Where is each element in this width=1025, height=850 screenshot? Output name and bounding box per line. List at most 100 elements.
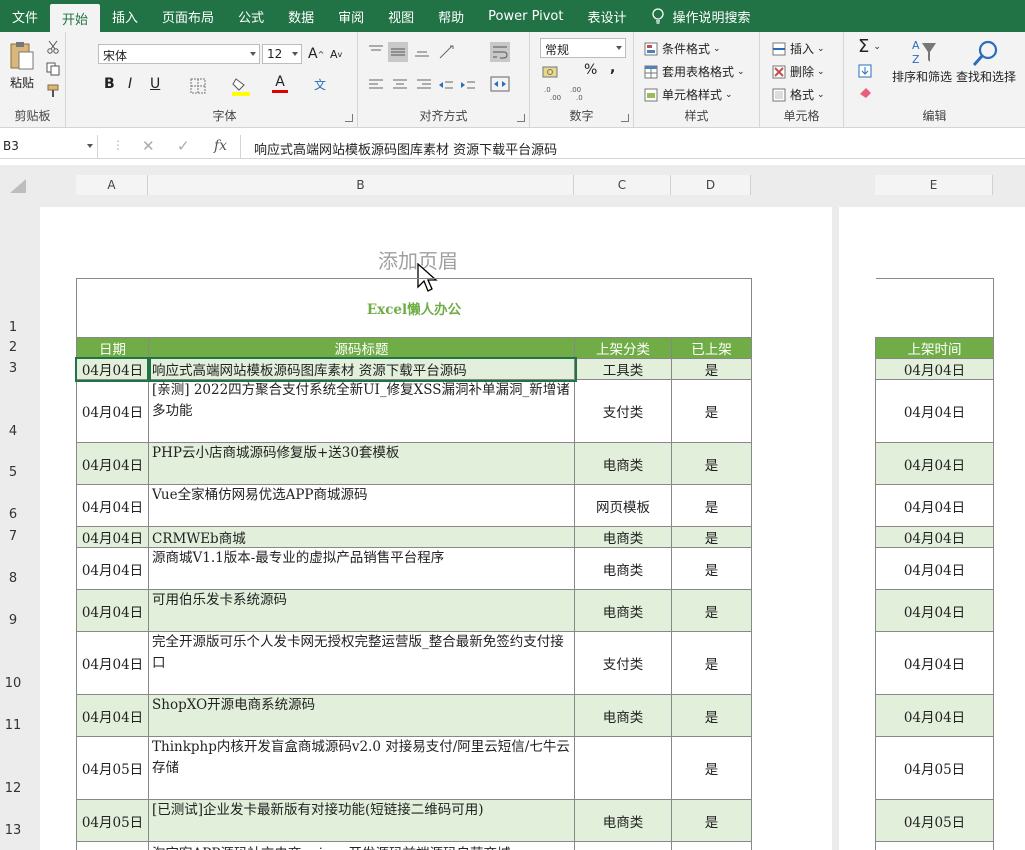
title-cell[interactable]: PHP云小店商城源码修复版+送30套模板 [148, 442, 575, 485]
list-time-cell[interactable]: 04月04日 [875, 358, 994, 380]
increase-decimal-icon[interactable]: .0.00 [544, 84, 566, 102]
category-cell[interactable]: 电商类 [574, 442, 672, 485]
date-cell[interactable]: 04月04日 [76, 484, 149, 527]
tab-data[interactable]: 数据 [276, 0, 326, 32]
date-cell[interactable]: 04月04日 [76, 547, 149, 590]
row-number[interactable]: 2 [0, 340, 26, 355]
category-cell[interactable]: 工具类 [574, 358, 672, 380]
align-bottom-icon[interactable] [414, 44, 430, 58]
list-time-cell[interactable]: 04月05日 [875, 736, 994, 800]
font-size-select[interactable]: 12 [262, 44, 302, 64]
tell-me-search[interactable]: 操作说明搜索 [639, 0, 763, 32]
sort-filter-button[interactable]: AZ 排序和筛选 [892, 38, 952, 85]
delete-cells-button[interactable]: 删除 ⌄ [772, 63, 825, 80]
orientation-icon[interactable] [438, 44, 456, 60]
increase-font-size-button[interactable]: A ^ [308, 46, 324, 62]
listed-cell[interactable]: 是 [670, 736, 753, 800]
listed-cell[interactable]: 是 [670, 379, 753, 443]
tab-file[interactable]: 文件 [0, 0, 50, 32]
category-cell[interactable]: 支付类 [574, 379, 672, 443]
listed-cell[interactable]: 是 [670, 442, 753, 485]
title-cell[interactable]: 源商城V1.1版本-最专业的虚拟产品销售平台程序 [148, 547, 575, 590]
tab-insert[interactable]: 插入 [100, 0, 150, 32]
column-header-d[interactable]: D [671, 175, 751, 195]
header-list-time[interactable]: 上架时间 [875, 337, 994, 359]
decrease-indent-icon[interactable] [438, 78, 454, 92]
select-all-corner[interactable] [6, 177, 28, 195]
list-time-cell[interactable]: 04月05日 [875, 799, 994, 842]
title-cell[interactable]: [亲测] 2022四方聚合支付系统全新UI_修复XSS漏洞补单漏洞_新增诸多功能 [148, 379, 575, 443]
alignment-dialog-launcher[interactable] [517, 114, 525, 122]
insert-function-button[interactable]: fx [214, 138, 227, 154]
title-cell[interactable]: [已测试]企业发卡最新版有对接功能(短链接二维码可用) [148, 799, 575, 842]
date-cell[interactable]: 04月04日 [76, 379, 149, 443]
list-time-cell[interactable]: 04月04日 [875, 484, 994, 527]
underline-button[interactable]: U [150, 76, 160, 92]
fill-color-icon[interactable] [232, 76, 250, 96]
align-left-icon[interactable] [368, 78, 384, 92]
insert-cells-button[interactable]: 插入 ⌄ [772, 40, 825, 57]
bold-button[interactable]: B [104, 76, 115, 92]
autosum-button[interactable]: Σ ⌄ [858, 36, 881, 57]
tab-help[interactable]: 帮助 [426, 0, 476, 32]
title-cell[interactable]: 可用伯乐发卡系统源码 [148, 589, 575, 632]
row-number[interactable]: 5 [0, 465, 26, 480]
row-number[interactable]: 13 [0, 823, 26, 838]
phonetic-guide-button[interactable]: 文 [314, 76, 326, 93]
list-time-cell[interactable]: 04月04日 [875, 694, 994, 737]
category-cell[interactable]: 电商类 [574, 694, 672, 737]
list-time-cell[interactable]: 04月04日 [875, 379, 994, 443]
column-header-c[interactable]: C [574, 175, 671, 195]
category-cell[interactable]: 电商类 [574, 526, 672, 548]
row-number[interactable]: 9 [0, 613, 26, 628]
title-cell[interactable]: 完全开源版可乐个人发卡网无授权完整运营版_整合最新免签约支付接口 [148, 631, 575, 695]
date-cell[interactable]: 04月04日 [76, 526, 149, 548]
copy-icon[interactable] [46, 62, 60, 76]
formula-input[interactable]: 响应式高端网站模板源码图库素材 资源下载平台源码 [254, 139, 557, 158]
list-time-cell[interactable]: 04月04日 [875, 589, 994, 632]
fill-down-icon[interactable] [858, 64, 874, 78]
format-cells-button[interactable]: 格式 ⌄ [772, 86, 825, 103]
merge-center-icon[interactable] [490, 76, 510, 92]
category-cell[interactable]: 电商类 [574, 799, 672, 842]
name-box[interactable]: B3 [0, 135, 98, 159]
listed-cell[interactable]: 是 [670, 547, 753, 590]
row-number[interactable]: 4 [0, 424, 26, 439]
category-cell[interactable] [574, 736, 672, 800]
wrap-text-icon[interactable] [490, 42, 510, 62]
align-right-icon[interactable] [416, 78, 432, 92]
listed-cell[interactable]: 是 [670, 694, 753, 737]
align-middle-icon[interactable] [388, 42, 408, 62]
accounting-format-icon[interactable] [542, 64, 562, 80]
listed-cell[interactable]: 是 [670, 589, 753, 632]
header-category[interactable]: 上架分类 [574, 337, 672, 359]
tab-table-design[interactable]: 表设计 [576, 0, 639, 32]
sheet-title-cell[interactable]: Excel懒人办公 [75, 278, 753, 338]
font-color-button[interactable]: A [272, 74, 288, 93]
row-number[interactable]: 1 [0, 320, 26, 335]
column-header-b[interactable]: B [148, 175, 574, 195]
tab-home[interactable]: 开始 [50, 4, 101, 32]
header-listed[interactable]: 已上架 [670, 337, 753, 359]
row-number[interactable]: 7 [0, 529, 26, 544]
find-select-button[interactable]: 查找和选择 [956, 38, 1016, 85]
title-cell[interactable]: Vue全家桶仿网易优选APP商城源码 [148, 484, 575, 527]
listed-cell[interactable]: 是 [670, 631, 753, 695]
confirm-entry-icon[interactable]: ✓ [177, 137, 190, 155]
number-format-select[interactable]: 常规 [540, 38, 626, 58]
date-cell[interactable]: 04月04日 [76, 694, 149, 737]
row-number[interactable]: 12 [0, 781, 26, 796]
date-cell[interactable]: 04月04日 [76, 589, 149, 632]
header-date[interactable]: 日期 [76, 337, 149, 359]
cut-icon[interactable] [46, 40, 60, 54]
title-cell[interactable]: CRMWEb商城 [148, 526, 575, 548]
tab-formulas[interactable]: 公式 [226, 0, 276, 32]
list-time-cell[interactable]: 04月04日 [875, 547, 994, 590]
clear-icon[interactable] [858, 86, 874, 98]
listed-cell[interactable]: 是 [670, 484, 753, 527]
format-painter-icon[interactable] [46, 84, 60, 98]
tab-view[interactable]: 视图 [376, 0, 426, 32]
tab-review[interactable]: 审阅 [326, 0, 376, 32]
cell-styles-button[interactable]: 单元格样式 ⌄ [644, 86, 733, 103]
list-time-cell[interactable]: 04月04日 [875, 526, 994, 548]
